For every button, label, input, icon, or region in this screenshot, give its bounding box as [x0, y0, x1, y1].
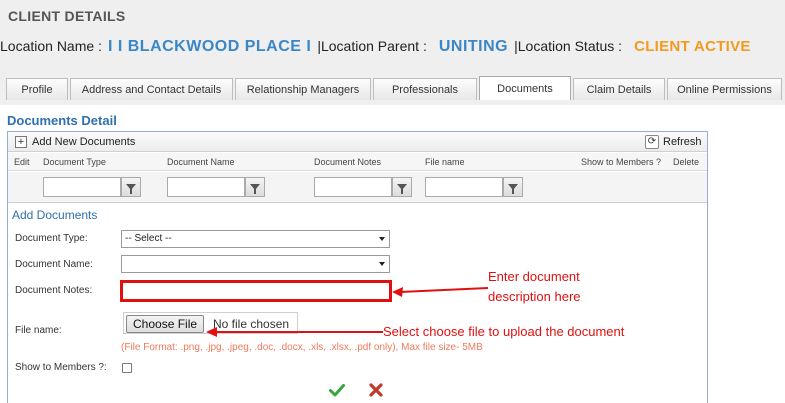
tab-documents[interactable]: Documents — [479, 76, 571, 100]
column-header-document-type[interactable]: Document Type — [43, 157, 106, 167]
notes-annotation-line1: Enter document — [488, 269, 580, 284]
refresh-icon[interactable]: ⟳ — [645, 135, 659, 149]
filter-icon — [508, 184, 518, 194]
add-icon[interactable]: + — [15, 136, 27, 148]
check-icon[interactable] — [329, 382, 345, 398]
tab-claim-details[interactable]: Claim Details — [573, 78, 665, 100]
tab-relationship-managers[interactable]: Relationship Managers — [235, 78, 371, 100]
column-header-edit[interactable]: Edit — [14, 157, 30, 167]
file-format-hint: (File Format: .png, .jpg, .jpeg, .doc, .… — [121, 342, 483, 353]
column-header-document-name[interactable]: Document Name — [167, 157, 235, 167]
show-to-members-label: Show to Members ?: — [15, 362, 107, 373]
choose-file-button[interactable]: Choose File — [126, 315, 205, 333]
location-info: Location Name : I I BLACKWOOD PLACE I | … — [0, 38, 751, 60]
document-name-select[interactable] — [121, 255, 390, 273]
filter-document-name-button[interactable] — [245, 177, 265, 197]
location-parent-value: UNITING — [438, 38, 509, 55]
tab-online-permissions[interactable]: Online Permissions — [667, 78, 782, 100]
add-documents-title: Add Documents — [12, 208, 98, 222]
column-header-delete[interactable]: Delete — [673, 157, 699, 167]
notes-annotation-line2: description here — [488, 289, 581, 304]
grid-header: Edit Document Type Document Name Documen… — [8, 153, 707, 171]
filter-document-type-button[interactable] — [121, 177, 141, 197]
file-annotation: Select choose file to upload the documen… — [383, 324, 625, 339]
documents-detail-title: Documents Detail — [7, 113, 117, 128]
tab-bar: Profile Address and Contact Details Rela… — [6, 76, 784, 101]
filter-icon — [397, 184, 407, 194]
filter-document-notes-button[interactable] — [392, 177, 412, 197]
cross-icon[interactable] — [368, 382, 384, 398]
document-notes-input[interactable] — [120, 280, 392, 302]
location-status-value: CLIENT ACTIVE — [634, 38, 751, 55]
chevron-down-icon — [379, 237, 385, 241]
location-parent-label: Location Parent : — [320, 38, 427, 54]
document-name-label: Document Name: — [15, 259, 93, 270]
tab-profile[interactable]: Profile — [6, 78, 68, 100]
location-status-label: Location Status : — [517, 38, 623, 54]
documents-panel: + Add New Documents ⟳ Refresh Edit Docum… — [7, 131, 708, 403]
page-title: CLIENT DETAILS — [8, 8, 126, 24]
filter-icon — [250, 184, 260, 194]
add-new-documents-button[interactable]: Add New Documents — [32, 136, 135, 148]
location-name-value: I I BLACKWOOD PLACE I — [107, 38, 312, 55]
refresh-button[interactable]: Refresh — [663, 136, 702, 148]
filter-row — [8, 172, 707, 203]
file-name-label: File name: — [15, 325, 62, 336]
filter-icon — [126, 184, 136, 194]
notes-arrow-icon — [392, 287, 489, 297]
document-type-select[interactable]: -- Select -- — [121, 230, 390, 248]
show-to-members-checkbox[interactable] — [122, 363, 132, 373]
chevron-down-icon — [379, 262, 385, 266]
filter-file-name-input[interactable] — [425, 177, 503, 197]
file-arrow-icon — [206, 327, 383, 337]
filter-document-type-input[interactable] — [43, 177, 121, 197]
column-header-file-name[interactable]: File name — [425, 157, 465, 167]
document-notes-label: Document Notes: — [15, 285, 93, 296]
filter-file-name-button[interactable] — [503, 177, 523, 197]
document-type-value: -- Select -- — [125, 233, 172, 244]
tab-address-contact[interactable]: Address and Contact Details — [70, 78, 233, 100]
grid-toolbar: + Add New Documents ⟳ Refresh — [8, 132, 707, 152]
column-header-document-notes[interactable]: Document Notes — [314, 157, 381, 167]
document-type-label: Document Type: — [15, 233, 88, 244]
filter-document-notes-input[interactable] — [314, 177, 392, 197]
column-header-show-to-members[interactable]: Show to Members ? — [581, 157, 661, 167]
tab-professionals[interactable]: Professionals — [373, 78, 477, 100]
filter-document-name-input[interactable] — [167, 177, 245, 197]
location-name-label: Location Name : — [0, 38, 102, 54]
